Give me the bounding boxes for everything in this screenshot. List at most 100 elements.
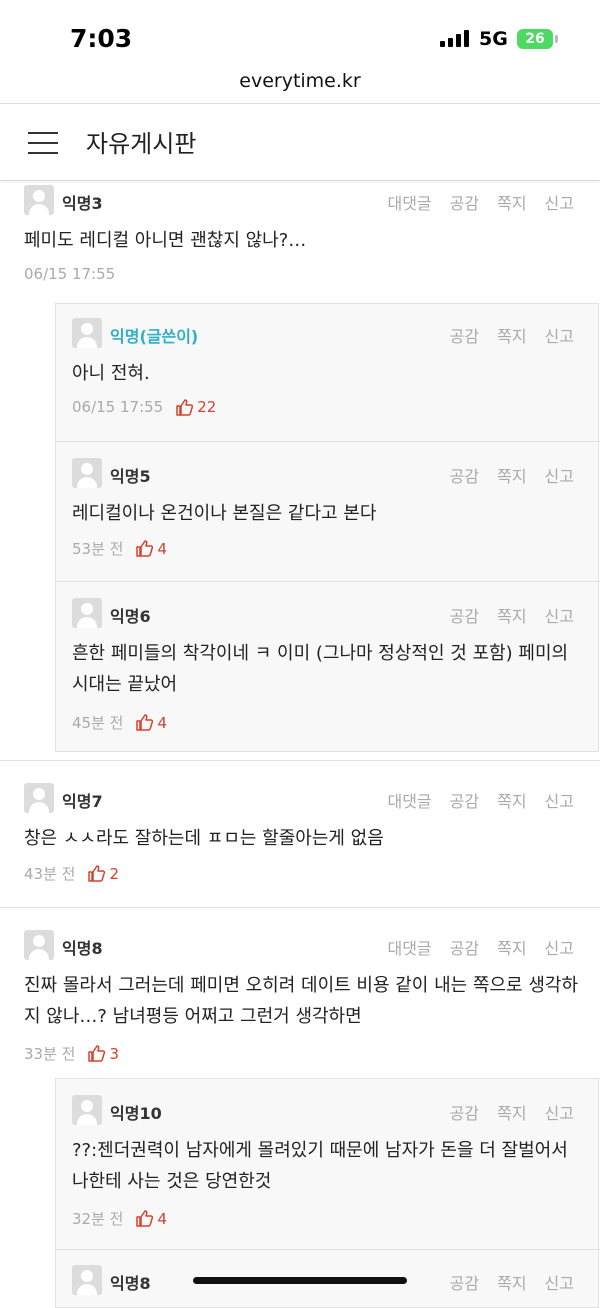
like-button[interactable]: 공감 xyxy=(450,463,479,487)
report-button[interactable]: 신고 xyxy=(545,1270,574,1294)
message-button[interactable]: 쪽지 xyxy=(497,1270,526,1294)
thumbs-up-icon xyxy=(88,865,106,882)
avatar-icon xyxy=(72,458,102,488)
like-button[interactable]: 공감 xyxy=(450,1270,479,1294)
report-button[interactable]: 신고 xyxy=(545,1100,574,1124)
like-count: 3 xyxy=(87,1045,119,1063)
comment-author: 익명8 xyxy=(110,1274,151,1293)
comment-meta: 33분 전 3 xyxy=(24,1043,119,1064)
url-bar[interactable]: everytime.kr xyxy=(0,70,600,92)
report-button[interactable]: 신고 xyxy=(545,463,574,487)
reply-button[interactable]: 대댓글 xyxy=(387,788,431,812)
comment-author: 익명6 xyxy=(110,607,151,626)
comment-text: 진짜 몰라서 그러는데 페미면 오히려 데이트 비용 같이 내는 쪽으로 생각하… xyxy=(24,975,579,1027)
like-count: 4 xyxy=(135,1210,167,1228)
network-label: 5G xyxy=(479,28,508,50)
comment-actions: 대댓글 공감 쪽지 신고 xyxy=(387,788,574,812)
divider xyxy=(56,1249,600,1250)
comment-time: 06/15 17:55 xyxy=(24,265,116,283)
report-button[interactable]: 신고 xyxy=(545,190,574,214)
message-button[interactable]: 쪽지 xyxy=(497,603,526,627)
status-bar: 7:03 5G 26 xyxy=(0,0,600,70)
report-button[interactable]: 신고 xyxy=(545,323,574,347)
comment-text: 창은 ㅅㅅ라도 잘하는데 ㅍㅁ는 할줄아는게 없음 xyxy=(24,828,384,849)
message-button[interactable]: 쪽지 xyxy=(497,935,526,959)
comment-author: 익명5 xyxy=(110,467,151,486)
comment-meta: 06/15 17:55 xyxy=(24,265,115,283)
menu-icon[interactable] xyxy=(28,128,60,156)
avatar-icon xyxy=(24,930,54,960)
comment-meta: 45분 전 4 xyxy=(72,712,167,733)
thumbs-up-icon xyxy=(176,398,194,416)
comment-time: 06/15 17:55 xyxy=(72,398,164,416)
comment-time: 53분 전 xyxy=(72,540,124,558)
comment-actions: 공감 쪽지 신고 xyxy=(450,603,574,627)
like-count: 2 xyxy=(87,865,119,883)
comment-actions: 공감 쪽지 신고 xyxy=(450,1100,574,1124)
divider xyxy=(56,441,600,442)
like-count: 4 xyxy=(135,540,167,558)
comment-actions: 대댓글 공감 쪽지 신고 xyxy=(387,190,574,214)
divider xyxy=(0,760,600,761)
status-time: 7:03 xyxy=(70,24,133,53)
battery-icon: 26 xyxy=(517,29,553,49)
battery-cap xyxy=(555,35,558,43)
avatar-icon xyxy=(72,318,102,348)
avatar-icon xyxy=(24,185,54,215)
avatar-icon xyxy=(72,1095,102,1125)
page-header: 자유게시판 xyxy=(0,104,600,181)
comment-author: 익명10 xyxy=(110,1104,162,1123)
message-button[interactable]: 쪽지 xyxy=(497,788,526,812)
thumbs-up-icon xyxy=(88,1045,106,1062)
message-button[interactable]: 쪽지 xyxy=(497,463,526,487)
avatar-icon xyxy=(72,1265,102,1295)
comment-time: 45분 전 xyxy=(72,714,124,732)
like-count: 22 xyxy=(175,398,216,416)
comment-time: 32분 전 xyxy=(72,1210,124,1228)
report-button[interactable]: 신고 xyxy=(545,603,574,627)
avatar-icon xyxy=(72,598,102,628)
thumbs-up-icon xyxy=(136,1210,154,1227)
comment-actions: 공감 쪽지 신고 xyxy=(450,1270,574,1294)
divider xyxy=(56,581,600,582)
like-button[interactable]: 공감 xyxy=(450,1100,479,1124)
comment-author: 익명(글쓴이) xyxy=(110,327,199,346)
like-button[interactable]: 공감 xyxy=(450,603,479,627)
comment-actions: 공감 쪽지 신고 xyxy=(450,463,574,487)
reply-thread: 익명(글쓴이) 공감 쪽지 신고 아니 전혀. 06/15 17:55 22 익… xyxy=(55,303,600,752)
reply-button[interactable]: 대댓글 xyxy=(387,190,431,214)
reply-button[interactable]: 대댓글 xyxy=(387,935,431,959)
comment-time: 33분 전 xyxy=(24,1045,76,1063)
comment-time: 43분 전 xyxy=(24,865,76,883)
like-button[interactable]: 공감 xyxy=(450,935,479,959)
thumbs-up-icon xyxy=(136,714,154,731)
comment-meta: 53분 전 4 xyxy=(72,538,167,559)
comment-actions: 공감 쪽지 신고 xyxy=(450,323,574,347)
message-button[interactable]: 쪽지 xyxy=(497,190,526,214)
avatar-icon xyxy=(24,783,54,813)
comment-text: 아니 전혀. xyxy=(72,363,150,384)
comment-text: 레디컬이나 온건이나 본질은 같다고 본다 xyxy=(72,503,377,524)
signal-icon xyxy=(440,30,469,47)
like-button[interactable]: 공감 xyxy=(450,323,479,347)
comment-meta: 32분 전 4 xyxy=(72,1208,167,1229)
like-count: 4 xyxy=(135,714,167,732)
comment-text: 흔한 페미들의 착각이네 ㅋ 이미 (그나마 정상적인 것 포함) 페미의 시대… xyxy=(72,643,569,695)
like-button[interactable]: 공감 xyxy=(450,190,479,214)
comment-text: ??:젠더권력이 남자에게 몰려있기 때문에 남자가 돈을 더 잘벌어서 나한테… xyxy=(72,1140,568,1192)
report-button[interactable]: 신고 xyxy=(545,935,574,959)
comment-meta: 43분 전 2 xyxy=(24,863,119,884)
comment-meta: 06/15 17:55 22 xyxy=(72,398,216,416)
report-button[interactable]: 신고 xyxy=(545,788,574,812)
board-title: 자유게시판 xyxy=(86,130,197,158)
comment-author: 익명3 xyxy=(62,194,103,213)
message-button[interactable]: 쪽지 xyxy=(497,1100,526,1124)
comment-text: 페미도 레디컬 아니면 괜찮지 않나?… xyxy=(24,230,307,251)
comment-actions: 대댓글 공감 쪽지 신고 xyxy=(387,935,574,959)
home-indicator[interactable] xyxy=(193,1277,407,1284)
comment-author: 익명7 xyxy=(62,792,103,811)
divider xyxy=(0,907,600,908)
like-button[interactable]: 공감 xyxy=(450,788,479,812)
message-button[interactable]: 쪽지 xyxy=(497,323,526,347)
thumbs-up-icon xyxy=(136,540,154,557)
